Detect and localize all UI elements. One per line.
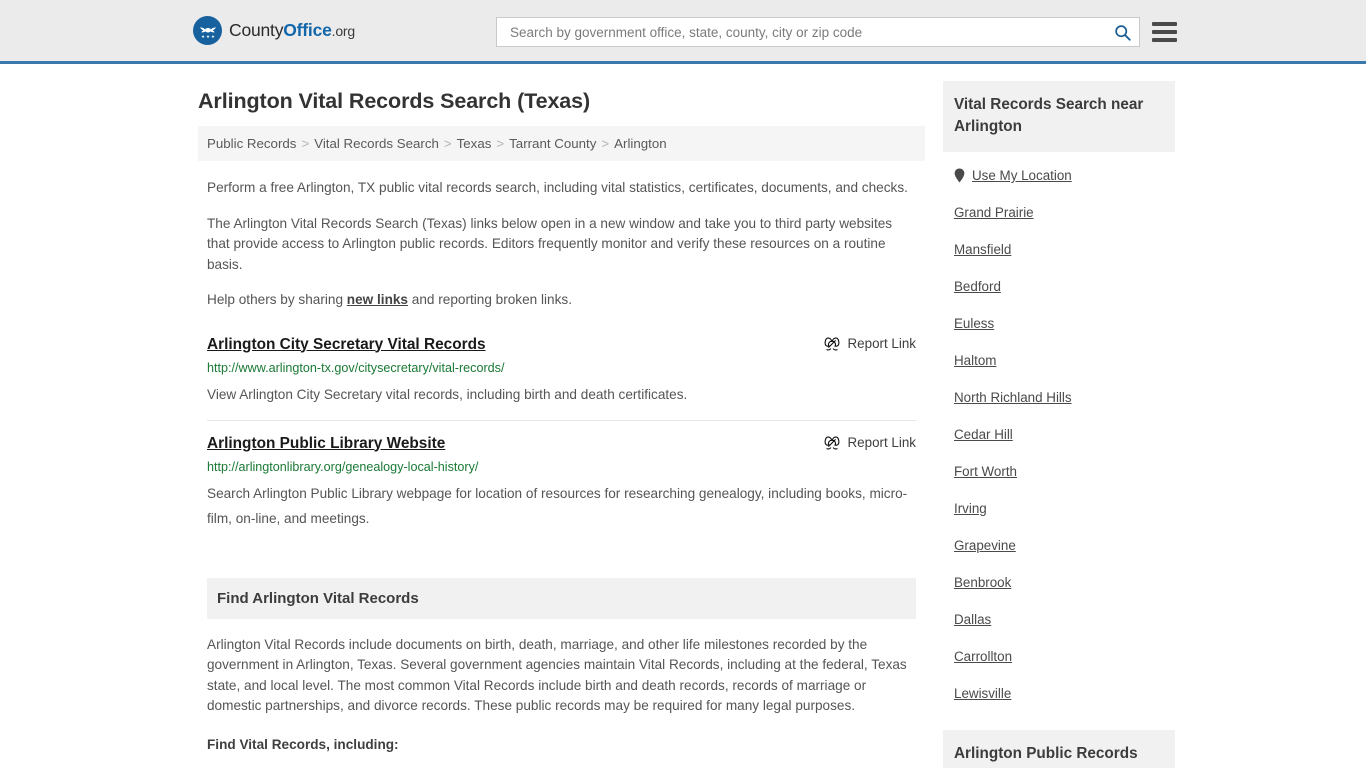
use-my-location-item[interactable]: Use My Location [954, 152, 1164, 194]
sidebar-city-link[interactable]: Carrollton [954, 649, 1012, 664]
resource-link-description: Search Arlington Public Library webpage … [207, 485, 908, 526]
sidebar-city-link[interactable]: Cedar Hill [954, 427, 1013, 442]
sidebar-city-link[interactable]: Fort Worth [954, 464, 1017, 479]
sidebar-item-grand-prairie[interactable]: Grand Prairie [954, 194, 1164, 231]
breadcrumb-separator: > [301, 136, 310, 151]
resource-link-entry: Arlington Public Library Website Report … [207, 419, 916, 544]
sidebar-item-lewisville[interactable]: Lewisville [954, 675, 1164, 712]
sidebar-city-link[interactable]: North Richland Hills [954, 390, 1072, 405]
hamburger-bar [1152, 22, 1177, 26]
use-my-location-link[interactable]: Use My Location [972, 168, 1072, 183]
logo-text-org: .org [331, 23, 356, 39]
site-logo[interactable]: CountyOffice.org [193, 16, 355, 45]
sidebar-panel-title: Vital Records Search near Arlington [943, 81, 1175, 152]
report-link-label: Report Link [847, 435, 916, 450]
site-header: CountyOffice.org [0, 0, 1366, 64]
resource-link-url: http://www.arlington-tx.gov/citysecretar… [207, 360, 505, 375]
map-pin-icon [954, 168, 965, 183]
new-links-link[interactable]: new links [347, 292, 408, 307]
sidebar-item-benbrook[interactable]: Benbrook [954, 564, 1164, 601]
sidebar-item-euless[interactable]: Euless [954, 305, 1164, 342]
resource-link-url: http://arlingtonlibrary.org/genealogy-lo… [207, 459, 479, 474]
resource-link-title[interactable]: Arlington City Secretary Vital Records [207, 335, 486, 355]
resource-links-list: Arlington City Secretary Vital Records R… [198, 335, 925, 544]
breadcrumb-separator: > [443, 136, 452, 151]
eagle-shield-icon [193, 16, 222, 45]
report-link-label: Report Link [847, 336, 916, 351]
section-body: Arlington Vital Records include document… [207, 635, 916, 768]
sidebar-city-link[interactable]: Grapevine [954, 538, 1016, 553]
share-text-before: Help others by sharing [207, 292, 347, 307]
sidebar-item-cedar-hill[interactable]: Cedar Hill [954, 416, 1164, 453]
header-search-zone [496, 17, 1177, 47]
sidebar-item-carrollton[interactable]: Carrollton [954, 638, 1164, 675]
sidebar-item-dallas[interactable]: Dallas [954, 601, 1164, 638]
sidebar-city-link[interactable]: Euless [954, 316, 994, 331]
sidebar-item-mansfield[interactable]: Mansfield [954, 231, 1164, 268]
intro-paragraph-3: Help others by sharing new links and rep… [207, 290, 916, 311]
sidebar-city-link[interactable]: Irving [954, 501, 987, 516]
resource-link-entry: Arlington City Secretary Vital Records R… [207, 335, 916, 420]
page-title: Arlington Vital Records Search (Texas) [198, 89, 591, 113]
breadcrumb: Public Records > Vital Records Search > Texa… [198, 126, 925, 161]
hamburger-bar [1152, 38, 1177, 42]
page-body: Arlington Vital Records Search (Texas) P… [0, 64, 1366, 768]
content-container: Arlington Vital Records Search (Texas) P… [193, 64, 1175, 768]
resource-link-row: Arlington City Secretary Vital Records R… [207, 335, 916, 355]
sidebar-city-list: Use My Location Grand Prairie Mansfield … [943, 152, 1175, 712]
breadcrumb-item-public-records[interactable]: Public Records [207, 136, 296, 151]
intro-section: Perform a free Arlington, TX public vita… [198, 178, 925, 311]
breadcrumb-separator: > [601, 136, 610, 151]
intro-paragraph-1: Perform a free Arlington, TX public vita… [207, 180, 908, 195]
sidebar-city-link[interactable]: Haltom [954, 353, 996, 368]
sidebar-city-link[interactable]: Mansfield [954, 242, 1011, 257]
broken-link-icon [824, 336, 840, 352]
sidebar-city-link[interactable]: Benbrook [954, 575, 1011, 590]
section-heading: Find Arlington Vital Records [207, 577, 916, 619]
search-input[interactable] [508, 23, 1114, 41]
sidebar-item-north-richland-hills[interactable]: North Richland Hills [954, 379, 1164, 416]
logo-text-county: County [229, 20, 284, 40]
sidebar-city-link[interactable]: Grand Prairie [954, 205, 1034, 220]
search-icon[interactable] [1114, 24, 1131, 41]
find-records-section: Find Arlington Vital Records Arlington V… [198, 577, 925, 768]
section-list: Arlington Birth and death records Marria… [207, 763, 916, 768]
breadcrumb-item-tarrant-county[interactable]: Tarrant County [509, 136, 596, 151]
resource-link-row: Arlington Public Library Website Report … [207, 434, 916, 454]
hamburger-bar [1152, 30, 1177, 34]
sidebar-item-grapevine[interactable]: Grapevine [954, 527, 1164, 564]
report-link-button[interactable]: Report Link [824, 435, 916, 451]
section-paragraph: Arlington Vital Records include document… [207, 636, 907, 714]
resource-link-title[interactable]: Arlington Public Library Website [207, 434, 445, 454]
breadcrumb-separator: > [496, 136, 505, 151]
list-item: Arlington Birth and death records [243, 763, 916, 768]
hamburger-menu-icon[interactable] [1152, 22, 1177, 42]
resource-link-description: View Arlington City Secretary vital reco… [207, 386, 688, 402]
intro-paragraph-2: The Arlington Vital Records Search (Texa… [207, 215, 893, 272]
sidebar-item-fort-worth[interactable]: Fort Worth [954, 453, 1164, 490]
section-sub-heading: Find Vital Records, including: [207, 736, 399, 752]
sidebar-item-bedford[interactable]: Bedford [954, 268, 1164, 305]
sidebar-second-panel-title: Arlington Public Records [943, 730, 1175, 768]
sidebar-item-irving[interactable]: Irving [954, 490, 1164, 527]
search-box[interactable] [496, 17, 1140, 47]
sidebar-item-haltom[interactable]: Haltom [954, 342, 1164, 379]
share-text-after: and reporting broken links. [408, 292, 572, 307]
sidebar-city-link[interactable]: Dallas [954, 612, 991, 627]
breadcrumb-item-texas[interactable]: Texas [457, 136, 492, 151]
logo-text-office: Office [283, 20, 332, 40]
breadcrumb-item-vital-records-search[interactable]: Vital Records Search [314, 136, 439, 151]
logo-wordmark: CountyOffice.org [229, 20, 355, 41]
broken-link-icon [824, 435, 840, 451]
report-link-button[interactable]: Report Link [824, 336, 916, 352]
breadcrumb-item-arlington[interactable]: Arlington [614, 136, 666, 151]
sidebar-city-link[interactable]: Lewisville [954, 686, 1011, 701]
sidebar-city-link[interactable]: Bedford [954, 279, 1001, 294]
main-column: Arlington Vital Records Search (Texas) P… [198, 64, 925, 768]
sidebar: Vital Records Search near Arlington Use … [943, 64, 1175, 768]
